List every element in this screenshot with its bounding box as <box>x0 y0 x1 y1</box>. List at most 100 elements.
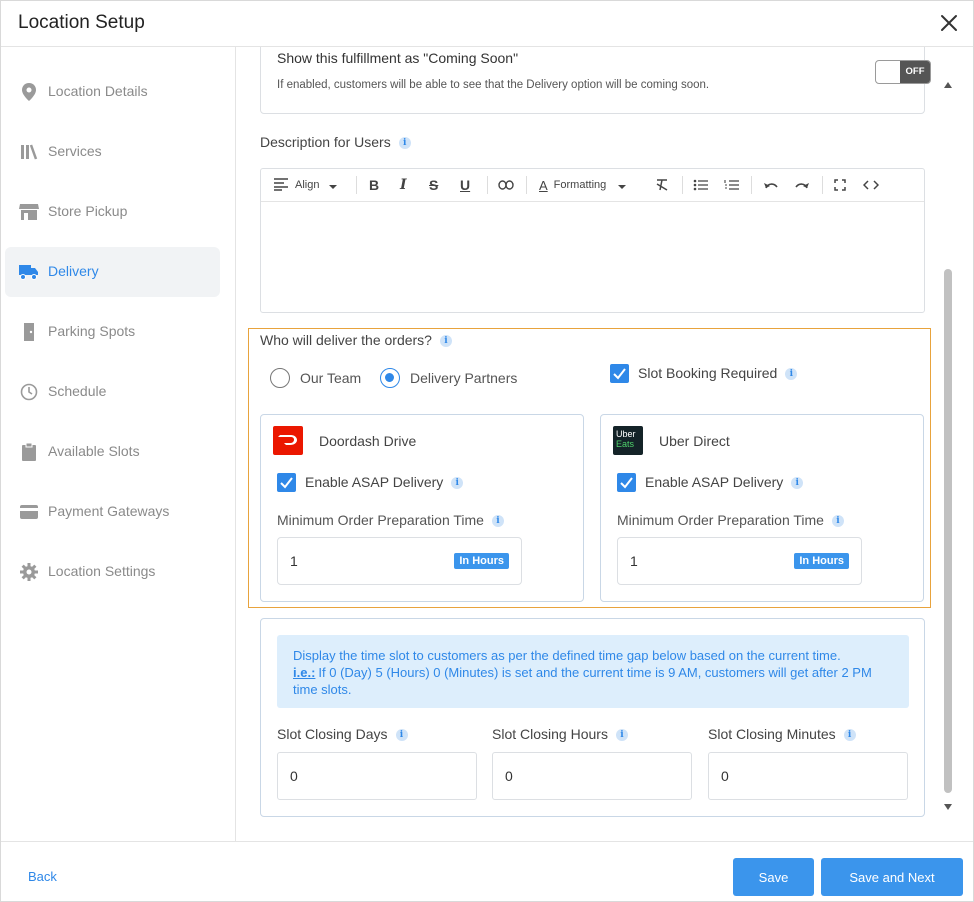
slot-closing-minutes-input[interactable]: 0 <box>708 752 908 800</box>
numbered-list-icon[interactable] <box>724 175 740 195</box>
uber-eats-logo-icon: Uber Eats <box>613 426 643 455</box>
undo-icon[interactable] <box>763 175 779 195</box>
notice-line-1: Display the time slot to customers as pe… <box>293 648 841 663</box>
coming-soon-description: If enabled, customers will be able to se… <box>277 79 710 91</box>
door-icon <box>19 322 39 342</box>
bold-icon[interactable]: B <box>369 175 379 195</box>
sidebar-item-label: Location Details <box>48 83 148 99</box>
deliver-question-text: Who will deliver the orders? <box>260 332 432 348</box>
radio-label: Our Team <box>300 370 362 386</box>
toolbar-divider <box>751 176 752 194</box>
sidebar-item-schedule[interactable]: Schedule <box>5 367 220 417</box>
info-icon[interactable]: i <box>439 335 452 348</box>
sidebar: Location Details Services Store Pickup D… <box>1 47 236 841</box>
sidebar-item-delivery[interactable]: Delivery <box>5 247 220 297</box>
sidebar-item-available-slots[interactable]: Available Slots <box>5 427 220 477</box>
min-prep-value: 1 <box>290 553 298 569</box>
sidebar-item-store-pickup[interactable]: Store Pickup <box>5 187 220 237</box>
chevron-down-icon <box>329 177 338 193</box>
info-icon[interactable]: i <box>831 515 844 528</box>
coming-soon-toggle[interactable]: OFF <box>875 60 931 84</box>
notice-line-2: i.e.: If 0 (Day) 5 (Hours) 0 (Minutes) is… <box>293 664 893 698</box>
radio-circle <box>380 368 400 388</box>
code-view-icon[interactable] <box>863 175 879 195</box>
strikethrough-icon[interactable]: S <box>429 175 438 195</box>
text-color-icon: A <box>539 177 548 193</box>
underline-icon[interactable]: U <box>460 175 470 195</box>
slot-closing-hours-input[interactable]: 0 <box>492 752 692 800</box>
store-icon <box>19 202 39 222</box>
info-icon[interactable]: i <box>395 729 408 742</box>
fullscreen-icon[interactable] <box>834 175 846 195</box>
notice-example: If 0 (Day) 5 (Hours) 0 (Minutes) is set … <box>293 665 872 697</box>
info-icon[interactable]: i <box>398 137 411 150</box>
info-icon[interactable]: i <box>843 729 856 742</box>
min-prep-value: 1 <box>630 553 638 569</box>
back-link[interactable]: Back <box>28 869 57 884</box>
info-icon[interactable]: i <box>491 515 504 528</box>
card-icon <box>19 502 39 522</box>
unit-badge: In Hours <box>794 553 849 569</box>
slot-closing-days-label: Slot Closing Days i <box>277 726 408 742</box>
slot-closing-hours-label: Slot Closing Hours i <box>492 726 628 742</box>
doordash-logo-icon <box>273 426 303 455</box>
sidebar-item-label: Store Pickup <box>48 203 128 219</box>
enable-asap-label: Enable ASAP Delivery i <box>305 474 464 490</box>
gear-icon <box>19 562 39 582</box>
radio-circle <box>270 368 290 388</box>
close-icon[interactable] <box>937 11 961 35</box>
description-label: Description for Users i <box>260 134 411 150</box>
enable-asap-label-text: Enable ASAP Delivery <box>645 474 784 490</box>
coming-soon-title: Show this fulfillment as "Coming Soon" <box>277 50 519 66</box>
delivery-provider-section: Who will deliver the orders? i Our Team D… <box>248 328 931 608</box>
info-icon[interactable]: i <box>451 477 464 490</box>
sidebar-item-label: Payment Gateways <box>48 503 170 519</box>
slot-closing-minutes-label: Slot Closing Minutes i <box>708 726 856 742</box>
slot-closing-card: Display the time slot to customers as pe… <box>260 618 925 817</box>
slot-closing-days-label-text: Slot Closing Days <box>277 726 388 742</box>
slot-closing-minutes-label-text: Slot Closing Minutes <box>708 726 836 742</box>
sidebar-item-services[interactable]: Services <box>5 127 220 177</box>
info-icon[interactable]: i <box>615 729 628 742</box>
italic-icon[interactable]: I <box>400 175 407 195</box>
min-prep-time-input[interactable]: 1 In Hours <box>277 537 522 585</box>
save-button[interactable]: Save <box>733 858 814 896</box>
sidebar-item-label: Parking Spots <box>48 323 136 339</box>
info-icon[interactable]: i <box>785 368 798 381</box>
redo-icon[interactable] <box>794 175 810 195</box>
enable-asap-label: Enable ASAP Delivery i <box>645 474 804 490</box>
modal-title: Location Setup <box>18 12 145 33</box>
scroll-down-arrow-icon[interactable] <box>943 799 953 810</box>
clipboard-icon <box>19 442 39 462</box>
info-icon[interactable]: i <box>791 477 804 490</box>
clear-format-icon[interactable] <box>655 175 669 195</box>
save-and-next-button[interactable]: Save and Next <box>821 858 963 896</box>
min-prep-label: Minimum Order Preparation Time i <box>617 512 844 528</box>
description-text-area[interactable] <box>261 203 924 313</box>
formatting-label: Formatting <box>553 179 607 191</box>
sidebar-item-parking-spots[interactable]: Parking Spots <box>5 307 220 357</box>
enable-asap-label-text: Enable ASAP Delivery <box>305 474 444 490</box>
sidebar-item-label: Available Slots <box>48 443 140 459</box>
link-icon[interactable] <box>498 175 514 195</box>
sidebar-item-payment-gateways[interactable]: Payment Gateways <box>5 487 220 537</box>
formatting-dropdown[interactable]: A Formatting <box>539 175 627 195</box>
sidebar-item-location-settings[interactable]: Location Settings <box>5 547 220 597</box>
slot-closing-days-input[interactable]: 0 <box>277 752 477 800</box>
sidebar-item-label: Location Settings <box>48 563 156 579</box>
min-prep-time-input[interactable]: 1 In Hours <box>617 537 862 585</box>
description-editor: Align B I S U A Formatting <box>260 168 925 313</box>
bullet-list-icon[interactable] <box>693 175 709 195</box>
min-prep-label-text: Minimum Order Preparation Time <box>277 512 484 528</box>
align-dropdown[interactable]: Align <box>273 175 338 195</box>
sidebar-item-label: Schedule <box>48 383 107 399</box>
checkmark-icon <box>610 364 629 383</box>
partner-card-doordash: Doordash Drive Enable ASAP Delivery i Min… <box>260 414 584 602</box>
scroll-up-arrow-icon[interactable] <box>943 77 953 88</box>
scrollbar-thumb[interactable] <box>944 269 952 793</box>
modal-footer: Back Save Save and Next <box>1 841 973 901</box>
slot-closing-notice: Display the time slot to customers as pe… <box>277 635 909 708</box>
sidebar-item-location-details[interactable]: Location Details <box>5 67 220 117</box>
partner-name: Uber Direct <box>659 433 730 449</box>
toolbar-divider <box>487 176 488 194</box>
